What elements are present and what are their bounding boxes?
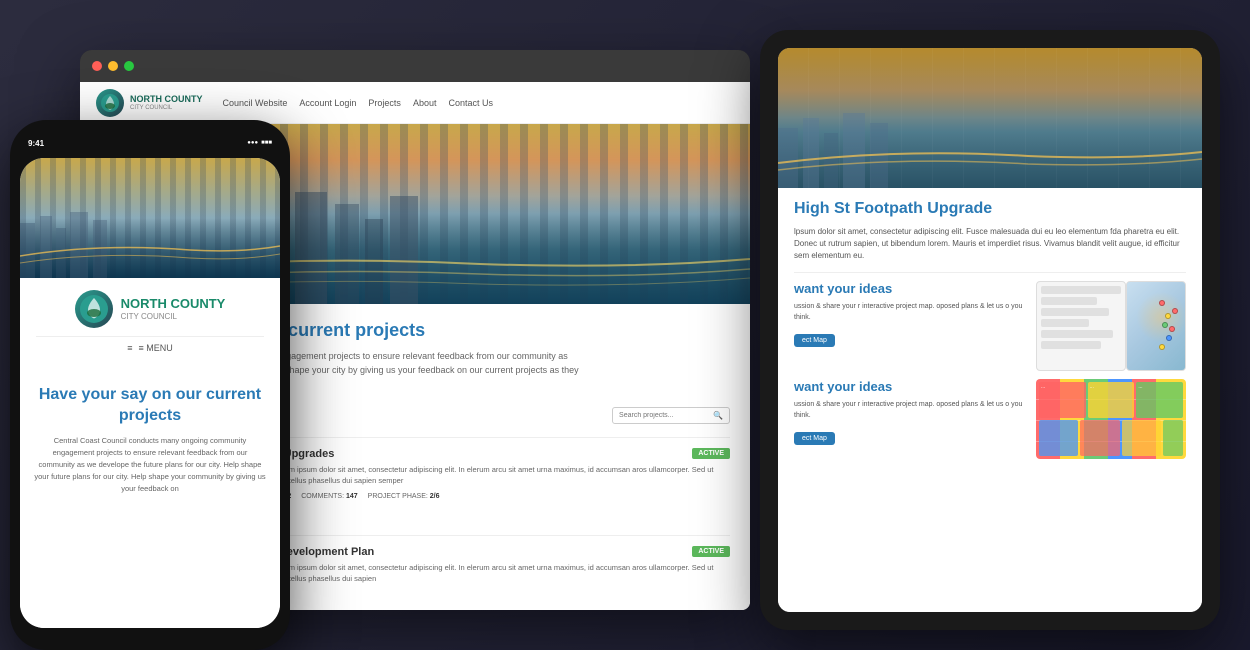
search-bar[interactable]: 🔍 — [612, 407, 730, 424]
tablet-project-desc: lpsum dolor sit amet, consectetur adipis… — [794, 226, 1186, 262]
maximize-dot[interactable] — [124, 61, 134, 71]
tablet-map-list — [1036, 281, 1126, 371]
phone-signal-battery: ●●● ■■■ — [247, 140, 272, 146]
project-1-comments: COMMENTS: 147 — [301, 493, 357, 500]
tablet-section2-title: want your ideas — [794, 379, 1028, 394]
menu-icon: ≡ — [127, 343, 132, 353]
phone-brand-sub: CITY COUNCIL — [121, 312, 226, 321]
phone-brand-logo: NORTH COUNTY CITY COUNCIL — [75, 290, 226, 328]
phone-brand-name: NORTH COUNTY — [121, 297, 226, 311]
phone-device: 9:41 ●●● ■■■ — [10, 120, 290, 650]
phone-logo-text-block: NORTH COUNTY CITY COUNCIL — [121, 297, 226, 320]
menu-label: ≡ MENU — [139, 343, 173, 353]
signal-icon: ●●● — [247, 140, 258, 146]
search-input[interactable] — [619, 412, 709, 419]
logo-icon — [96, 89, 124, 117]
desktop-brand-sub: CITY COUNCIL — [130, 105, 203, 111]
desktop-brand-name: NORTH COUNTY — [130, 94, 203, 105]
desktop-logo: NORTH COUNTY CITY COUNCIL — [96, 89, 203, 117]
nav-link-projects[interactable]: Projects — [368, 98, 401, 108]
tablet-section-board: want your ideas ussion & share your r in… — [794, 379, 1186, 449]
tablet-board-btn[interactable]: ect Map — [794, 432, 835, 445]
tablet-section1-title: want your ideas — [794, 281, 1028, 296]
battery-icon: ■■■ — [261, 140, 272, 146]
tablet-colorboard-container: ... ... ... — [1036, 379, 1186, 449]
tablet-section1-desc: ussion & share your r interactive projec… — [794, 302, 1028, 323]
phone-main-title: Have your say on our current projects — [34, 385, 266, 427]
nav-link-contact[interactable]: Contact Us — [448, 98, 493, 108]
tablet-map-visual — [1126, 281, 1186, 371]
phone-menu-bar[interactable]: ≡ ≡ MENU — [36, 336, 264, 359]
tablet-hero-image — [778, 48, 1202, 188]
phone-main-content: Have your say on our current projects Ce… — [20, 371, 280, 628]
tablet-screen: High St Footpath Upgrade lpsum dolor sit… — [778, 48, 1202, 612]
phone-status-bar: 9:41 ●●● ■■■ — [20, 132, 280, 154]
tablet-map-btn[interactable]: ect Map — [794, 334, 835, 347]
scene: NORTH COUNTY CITY COUNCIL Council Websit… — [0, 0, 1250, 650]
search-icon: 🔍 — [713, 411, 723, 420]
desktop-nav: NORTH COUNTY CITY COUNCIL Council Websit… — [80, 82, 750, 124]
project-1-phase: PROJECT PHASE: 2/6 — [368, 493, 440, 500]
nav-link-council[interactable]: Council Website — [223, 98, 288, 108]
tablet-content: High St Footpath Upgrade lpsum dolor sit… — [778, 188, 1202, 612]
tablet-map-container — [1036, 281, 1186, 371]
logo-text-block: NORTH COUNTY CITY COUNCIL — [130, 94, 203, 111]
phone-hero-image — [20, 158, 280, 278]
browser-titlebar — [80, 50, 750, 82]
nav-link-account[interactable]: Account Login — [299, 98, 356, 108]
tablet-colorboard: ... ... ... — [1036, 379, 1186, 459]
phone-main-desc: Central Coast Council conducts many ongo… — [34, 435, 266, 495]
close-dot[interactable] — [92, 61, 102, 71]
phone-screen: NORTH COUNTY CITY COUNCIL ≡ ≡ MENU Have … — [20, 158, 280, 628]
tablet-section2-desc: ussion & share your r interactive projec… — [794, 400, 1028, 421]
nav-link-about[interactable]: About — [413, 98, 437, 108]
minimize-dot[interactable] — [108, 61, 118, 71]
phone-time: 9:41 — [28, 139, 44, 148]
tablet-section-map: want your ideas ussion & share your r in… — [794, 272, 1186, 371]
tablet-device: High St Footpath Upgrade lpsum dolor sit… — [760, 30, 1220, 630]
phone-brand-area: NORTH COUNTY CITY COUNCIL ≡ ≡ MENU — [20, 278, 280, 371]
project-1-badge: ACTIVE — [692, 448, 730, 459]
phone-logo-icon — [75, 290, 113, 328]
tablet-project-title: High St Footpath Upgrade — [794, 200, 1186, 218]
project-2-badge: ACTIVE — [692, 546, 730, 557]
